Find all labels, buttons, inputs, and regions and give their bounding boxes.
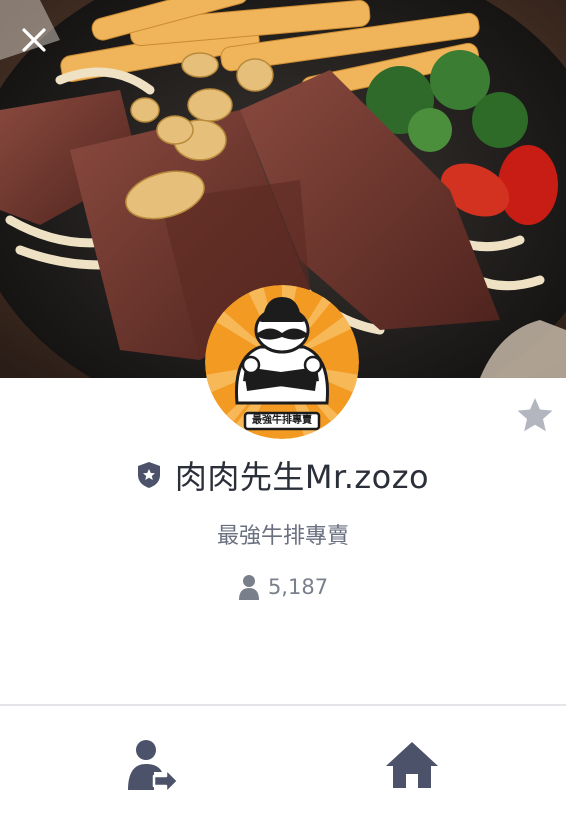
star-icon <box>517 398 553 432</box>
profile-name: 肉肉先生Mr.zozo <box>174 458 430 496</box>
logo-banner-text: 最強牛排專賣 <box>252 415 312 426</box>
home-icon <box>386 742 438 788</box>
close-icon <box>22 28 46 52</box>
favorite-button[interactable] <box>515 395 555 435</box>
followers-row: 5,187 <box>0 570 566 604</box>
close-button[interactable] <box>18 24 50 56</box>
shield-star-icon <box>137 462 160 488</box>
share-contact-button[interactable] <box>124 734 184 795</box>
followers-count: 5,187 <box>267 575 329 599</box>
person-icon <box>238 575 259 600</box>
profile-avatar[interactable]: 最強牛排專賣 <box>205 285 359 439</box>
bottom-action-bar <box>0 706 566 828</box>
share-contact-icon <box>128 740 180 795</box>
home-button[interactable] <box>382 734 442 794</box>
profile-subtitle: 最強牛排專賣 <box>216 524 349 549</box>
profile-name-row: 肉肉先生Mr.zozo <box>0 452 566 498</box>
